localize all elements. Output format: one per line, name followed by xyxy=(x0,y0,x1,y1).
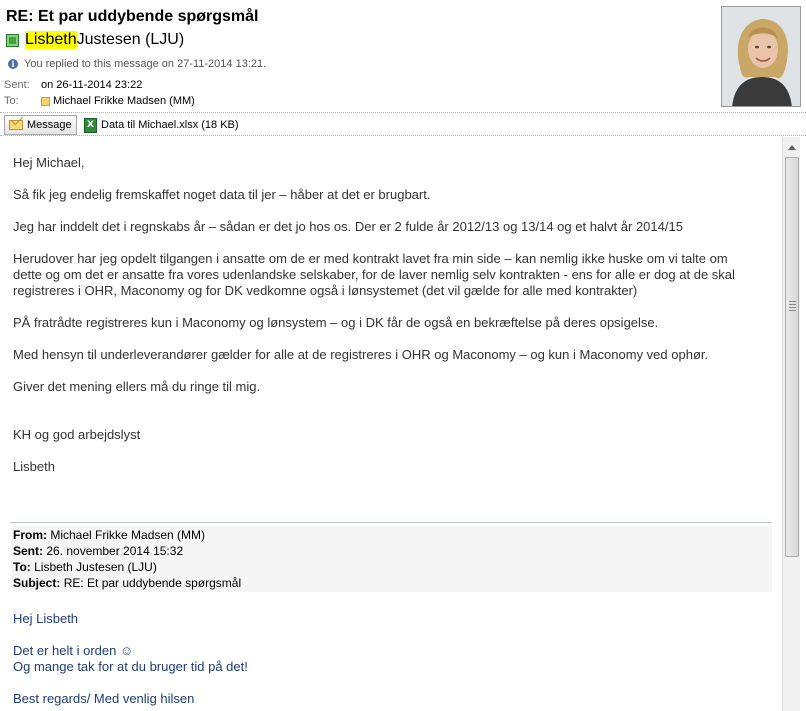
excel-file-icon: X xyxy=(84,117,97,133)
grip-line xyxy=(789,304,796,305)
message-tab-label: Message xyxy=(27,119,72,131)
quoted-line-2: Og mange tak for at du bruger tid på det… xyxy=(13,659,248,674)
contact-card-icon xyxy=(41,96,50,106)
quoted-from-value: Michael Frikke Madsen (MM) xyxy=(50,528,206,542)
sender-photo[interactable] xyxy=(721,6,801,107)
message-subject: RE: Et par uddybende spørgsmål xyxy=(6,8,259,25)
quoted-sent-value: 26. november 2014 15:32 xyxy=(46,544,184,558)
grip-line xyxy=(789,301,796,302)
sent-label: Sent: xyxy=(4,79,30,91)
quoted-sent-label: Sent: xyxy=(13,544,43,558)
message-header: RE: Et par uddybende spørgsmål Lisbeth J… xyxy=(0,0,806,112)
quoted-to: To: Lisbeth Justesen (LJU) xyxy=(13,560,157,575)
sender-last-name[interactable]: Justesen (LJU) xyxy=(77,31,185,49)
body-paragraph-3-line-3: registreres i OHR, Maconomy og for DK ve… xyxy=(13,283,638,298)
envelope-icon xyxy=(9,120,23,130)
message-tab[interactable]: Message xyxy=(4,115,77,135)
quoted-from: From: Michael Frikke Madsen (MM) xyxy=(13,528,205,543)
attachment-file-label: Data til Michael.xlsx (18 KB) xyxy=(101,119,239,131)
body-paragraph-3-line-1: Herudover har jeg opdelt tilgangen i ans… xyxy=(13,251,728,266)
body-paragraph-1: Så fik jeg endelig fremskaffet noget dat… xyxy=(13,187,431,202)
replied-infobar: i You replied to this message on 27-11-2… xyxy=(8,58,266,70)
quoted-to-value: Lisbeth Justesen (LJU) xyxy=(34,560,157,574)
grip-line xyxy=(789,307,796,308)
body-paragraph-3-line-2: dette og om det er ansatte fra vores ude… xyxy=(13,267,735,282)
body-paragraph-4: PÅ fratrådte registreres kun i Maconomy … xyxy=(13,315,659,330)
presence-status-icon xyxy=(6,33,19,47)
vertical-scrollbar[interactable] xyxy=(782,137,800,711)
attachment-bar: Message X Data til Michael.xlsx (18 KB) xyxy=(0,112,806,136)
scrollbar-thumb[interactable] xyxy=(785,157,799,557)
info-icon: i xyxy=(8,59,18,69)
quoted-to-label: To: xyxy=(13,560,31,574)
to-label: To: xyxy=(4,95,19,107)
grip-line xyxy=(789,310,796,311)
replied-notice: You replied to this message on 27-11-201… xyxy=(24,58,267,70)
quoted-greeting: Hej Lisbeth xyxy=(13,611,79,626)
quoted-subject-value: RE: Et par uddybende spørgsmål xyxy=(63,576,242,590)
quoted-line-1: Det er helt i orden ☺ xyxy=(13,643,134,658)
sender-photo-image xyxy=(722,7,800,106)
quoted-regards: Best regards/ Med venlig hilsen xyxy=(13,691,195,706)
body-paragraph-2: Jeg har inddelt det i regnskabs år – såd… xyxy=(13,219,683,234)
body-signature: Lisbeth xyxy=(13,459,55,474)
to-value[interactable]: Michael Frikke Madsen (MM) xyxy=(53,95,195,107)
body-closing: KH og god arbejdslyst xyxy=(13,427,141,442)
chevron-up-icon xyxy=(788,145,796,150)
to-recipient[interactable]: Michael Frikke Madsen (MM) xyxy=(41,95,195,107)
scroll-up-button[interactable] xyxy=(784,139,800,156)
sender-first-name[interactable]: Lisbeth xyxy=(25,31,77,49)
quote-divider xyxy=(10,522,772,523)
quoted-from-label: From: xyxy=(13,528,47,542)
quoted-sent: Sent: 26. november 2014 15:32 xyxy=(13,544,183,559)
sent-value: on 26-11-2014 23:22 xyxy=(41,79,143,91)
sender[interactable]: Lisbeth Justesen (LJU) xyxy=(6,31,184,49)
body-greeting: Hej Michael, xyxy=(13,155,85,170)
body-paragraph-6: Giver det mening ellers må du ringe til … xyxy=(13,379,261,394)
message-body[interactable]: Hej Michael, Så fik jeg endelig fremskaf… xyxy=(0,137,782,711)
body-paragraph-5: Med hensyn til underleverandører gælder … xyxy=(13,347,709,362)
quoted-subject: Subject: RE: Et par uddybende spørgsmål xyxy=(13,576,241,591)
attachment-file[interactable]: X Data til Michael.xlsx (18 KB) xyxy=(80,115,243,135)
quoted-subject-label: Subject: xyxy=(13,576,61,590)
